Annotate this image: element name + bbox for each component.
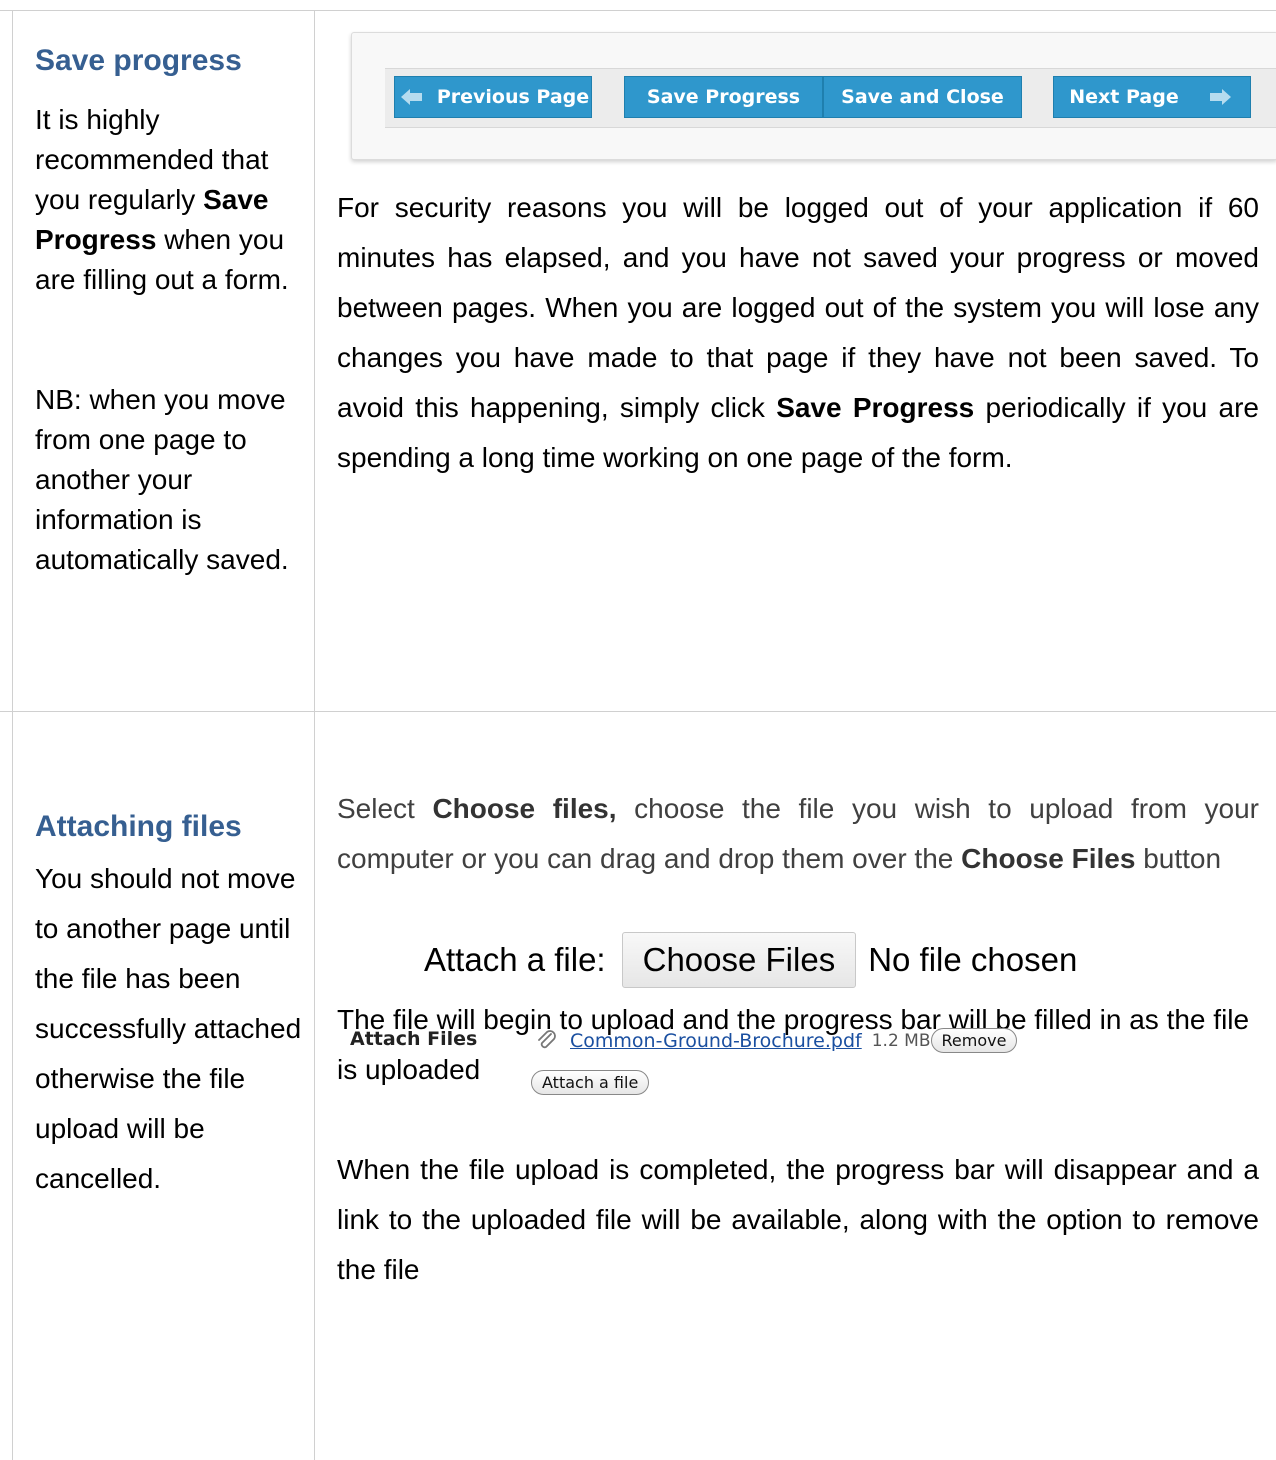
save-progress-label: Save Progress bbox=[646, 86, 801, 108]
attaching-files-side-text: You should not move to another page unti… bbox=[35, 863, 302, 1194]
arrow-right-icon bbox=[1209, 89, 1231, 105]
save-progress-button[interactable]: Save Progress bbox=[624, 76, 823, 118]
file-size: 1.2 MB bbox=[871, 1030, 931, 1051]
section-heading-save-progress: Save progress bbox=[35, 44, 242, 77]
next-page-button[interactable]: Next Page bbox=[1053, 76, 1251, 118]
previous-page-button[interactable]: Previous Page bbox=[394, 76, 592, 118]
choose-files-paragraph: Select Choose files, choose the file you… bbox=[337, 784, 1259, 884]
attached-file-link[interactable]: Common-Ground-Brochure.pdf bbox=[570, 1030, 862, 1052]
paragraph-bold: Save Progress bbox=[776, 392, 975, 423]
table-top-border bbox=[0, 10, 1276, 11]
paragraph-text: For security reasons you will be logged … bbox=[337, 192, 1259, 423]
choose-files-button[interactable]: Choose Files bbox=[621, 932, 857, 988]
section-heading-attaching-files: Attaching files bbox=[35, 810, 242, 843]
upload-complete-paragraph: When the file upload is completed, the p… bbox=[337, 1154, 1259, 1285]
security-paragraph: For security reasons you will be logged … bbox=[337, 183, 1259, 483]
paperclip-icon bbox=[538, 1029, 556, 1048]
attach-files-label: Attach Files bbox=[350, 1028, 478, 1050]
attached-file-row: Common-Ground-Brochure.pdf 1.2 MB Remove bbox=[536, 1028, 1018, 1053]
table-left-border bbox=[12, 10, 13, 1460]
save-and-close-button[interactable]: Save and Close bbox=[823, 76, 1022, 118]
save-progress-note: NB: when you move from one page to anoth… bbox=[35, 384, 289, 575]
paragraph-bold: Choose files, bbox=[432, 793, 617, 824]
paragraph-text: Select bbox=[337, 793, 415, 824]
file-status-text: No file chosen bbox=[868, 941, 1078, 978]
attach-a-file-button[interactable]: Attach a file bbox=[531, 1070, 650, 1095]
save-and-close-label: Save and Close bbox=[841, 86, 1004, 108]
remove-file-button[interactable]: Remove bbox=[930, 1028, 1018, 1053]
save-progress-side-text: It is highly recommended that you regula… bbox=[35, 100, 303, 300]
previous-page-label: Previous Page bbox=[436, 86, 590, 108]
paragraph-bold: Choose Files bbox=[961, 843, 1136, 874]
file-input-example: Attach a file: Choose Files No file chos… bbox=[424, 932, 1077, 988]
attach-a-file-wrapper: Attach a file bbox=[531, 1070, 650, 1095]
table-column-divider bbox=[314, 10, 315, 1460]
arrow-left-icon bbox=[400, 89, 422, 105]
file-input-label: Attach a file: bbox=[424, 941, 606, 978]
next-page-label: Next Page bbox=[1069, 86, 1179, 108]
paragraph-text: button bbox=[1143, 843, 1222, 874]
table-row-divider bbox=[0, 711, 1276, 712]
